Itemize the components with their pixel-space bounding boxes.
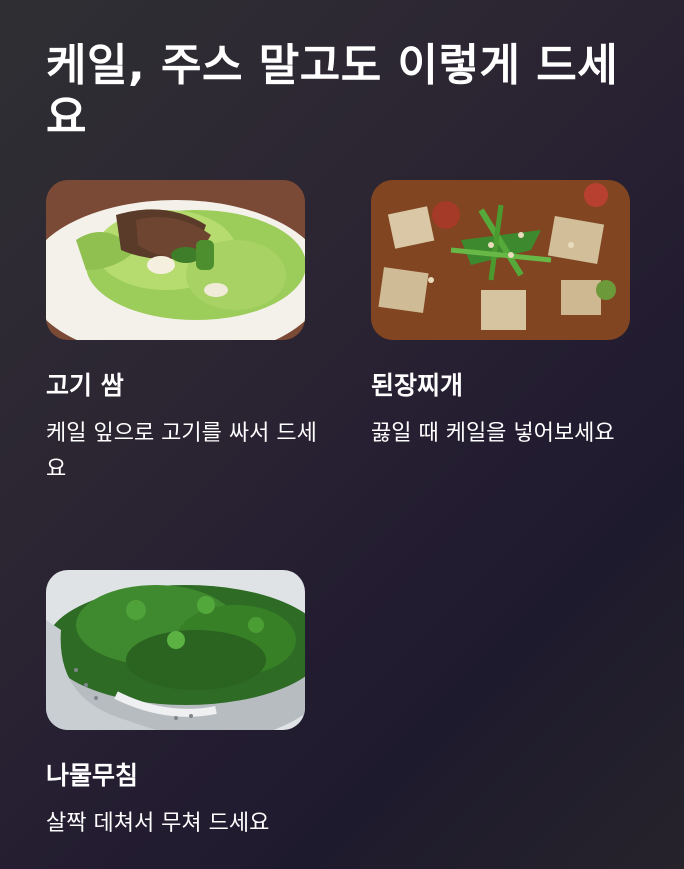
kale-recipes-section: 케일, 주스 말고도 이렇게 드세요 고기 쌈 케일 잎으로 고기를 싸서 드세…	[0, 0, 684, 869]
kale-namul-photo	[46, 570, 305, 730]
recipe-card-kale-namul[interactable]: 나물무침 살짝 데쳐서 무쳐 드세요	[46, 570, 346, 842]
kale-namul-image	[46, 570, 305, 730]
doenjang-stew-photo	[371, 180, 630, 340]
recipe-name: 나물무침	[46, 761, 139, 790]
recipe-card-doenjang-stew[interactable]: 된장찌개 끓일 때 케일을 넣어보세요	[371, 180, 671, 452]
meat-wrap-image	[46, 180, 305, 340]
recipe-description: 살짝 데쳐서 무쳐 드세요	[46, 811, 270, 836]
section-title: 케일, 주스 말고도 이렇게 드세요	[46, 40, 619, 143]
recipe-name: 고기 쌈	[46, 371, 124, 400]
recipe-description: 끓일 때 케일을 넣어보세요	[371, 421, 615, 446]
doenjang-stew-image	[371, 180, 630, 340]
meat-wrap-photo	[46, 180, 305, 340]
recipe-description: 케일 잎으로 고기를 싸서 드세요	[46, 421, 317, 482]
recipe-card-meat-wrap[interactable]: 고기 쌈 케일 잎으로 고기를 싸서 드세요	[46, 180, 346, 488]
recipe-name: 된장찌개	[371, 371, 464, 400]
